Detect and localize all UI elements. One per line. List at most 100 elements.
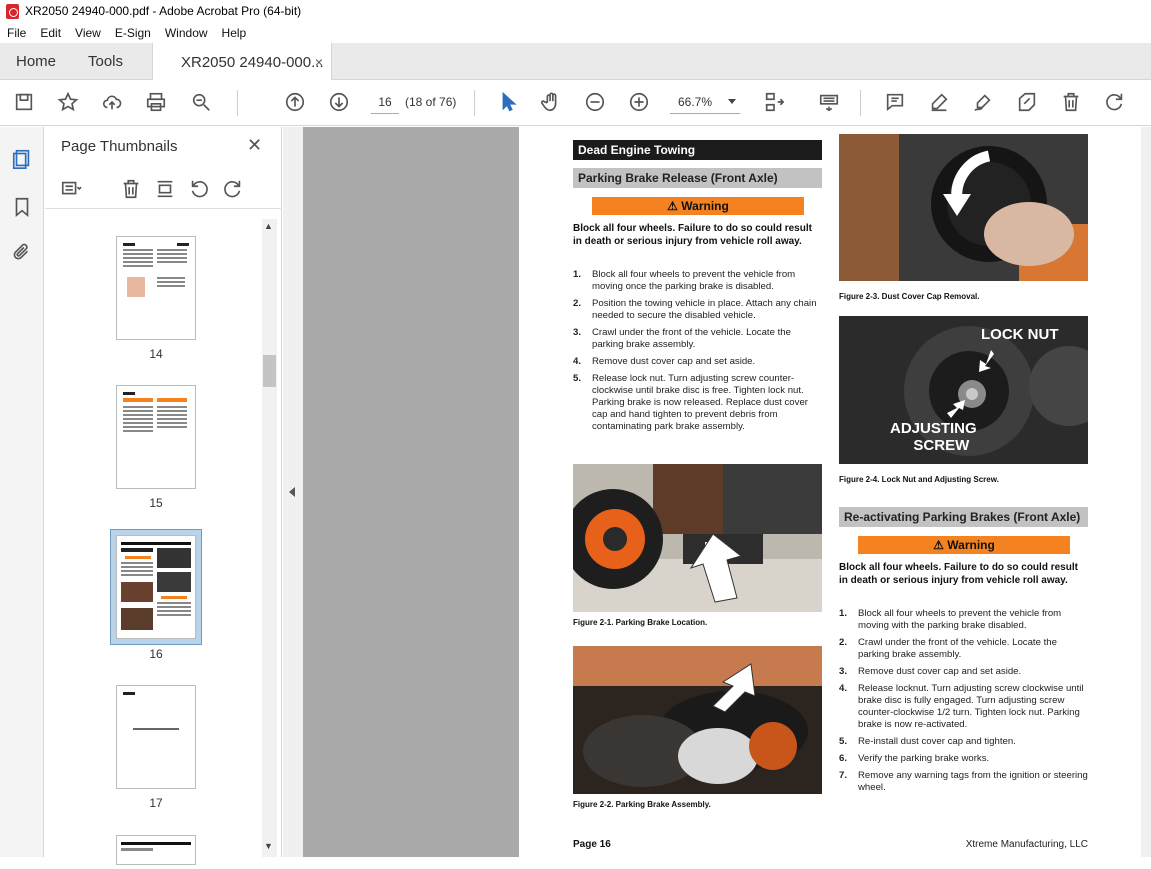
list-item: 1. Block all four wheels to prevent the v… bbox=[573, 269, 823, 293]
pdf-page: Dead Engine Towing Parking Brake Release… bbox=[519, 127, 1141, 857]
edit-tag-icon[interactable] bbox=[1015, 90, 1039, 114]
title-bar: XR2050 24940-000.pdf - Adobe Acrobat Pro… bbox=[0, 0, 1151, 22]
next-page-icon[interactable] bbox=[327, 90, 351, 114]
step-number: 2. bbox=[839, 637, 848, 648]
page-thumbnail[interactable] bbox=[116, 835, 196, 865]
zoom-select[interactable]: 66.7% bbox=[670, 90, 740, 114]
step-text: Release locknut. Turn adjusting screw cl… bbox=[858, 683, 1084, 730]
document-viewer[interactable]: Dead Engine Towing Parking Brake Release… bbox=[303, 127, 1151, 857]
list-item: 5. Release lock nut. Turn adjusting screw… bbox=[573, 373, 823, 433]
list-item: 5. Re-install dust cover cap and tighten. bbox=[839, 736, 1089, 748]
previous-page-icon[interactable] bbox=[283, 90, 307, 114]
keyboard-icon[interactable] bbox=[817, 90, 841, 114]
comment-icon[interactable] bbox=[883, 90, 907, 114]
page-thumbnail[interactable] bbox=[116, 535, 196, 639]
print-icon[interactable] bbox=[144, 90, 168, 114]
step-number: 1. bbox=[839, 608, 848, 619]
thumbnail-scrollbar[interactable] bbox=[262, 219, 277, 857]
page-thumbnail[interactable] bbox=[116, 685, 196, 789]
list-item: 1. Block all four wheels to prevent the v… bbox=[839, 608, 1089, 632]
toolbar-divider bbox=[860, 90, 861, 116]
step-number: 4. bbox=[839, 683, 848, 694]
lock-nut-adjusting-screw-photo: LOCK NUT ADJUSTING SCREW bbox=[839, 316, 1088, 464]
toolbar-divider bbox=[474, 90, 475, 116]
pdf-app-icon bbox=[6, 3, 19, 19]
thumbnail-scrollbar-thumb[interactable] bbox=[263, 355, 276, 387]
menu-esign[interactable]: E-Sign bbox=[108, 26, 158, 40]
redo-rotate-icon[interactable] bbox=[1103, 90, 1127, 114]
figure-caption: Figure 2-2. Parking Brake Assembly. bbox=[573, 800, 711, 809]
tab-document[interactable]: XR2050 24940-000... × bbox=[152, 43, 332, 81]
scroll-up-arrow-icon[interactable]: ▲ bbox=[264, 221, 273, 231]
step-number: 6. bbox=[839, 753, 848, 764]
zoom-search-icon[interactable] bbox=[189, 90, 213, 114]
section-title: Dead Engine Towing bbox=[573, 140, 822, 160]
zoom-out-icon[interactable] bbox=[583, 90, 607, 114]
page-thumbnail[interactable] bbox=[116, 236, 196, 340]
thumbnail-label: 17 bbox=[149, 796, 163, 810]
thumbnail-label: 14 bbox=[149, 347, 163, 361]
main-toolbar bbox=[0, 80, 1151, 126]
draw-sign-icon[interactable] bbox=[971, 90, 995, 114]
step-text: Crawl under the front of the vehicle. Lo… bbox=[858, 637, 1057, 660]
delete-page-icon[interactable] bbox=[119, 177, 143, 201]
tab-home[interactable]: Home bbox=[16, 43, 56, 80]
thumbnail-label: 15 bbox=[149, 496, 163, 510]
adjusting-screw-label-line2: SCREW bbox=[913, 437, 970, 454]
figure-caption: Figure 2-1. Parking Brake Location. bbox=[573, 618, 708, 627]
close-panel-icon[interactable]: ✕ bbox=[247, 135, 262, 156]
collapse-panel-arrow-icon[interactable] bbox=[289, 487, 295, 497]
step-text: Remove any warning tags from the ignitio… bbox=[858, 770, 1088, 793]
zoom-in-icon[interactable] bbox=[627, 90, 651, 114]
dust-cover-removal-photo bbox=[839, 134, 1088, 281]
warning-banner: ⚠ Warning bbox=[592, 197, 804, 215]
page-footer-company: Xtreme Manufacturing, LLC bbox=[965, 839, 1088, 850]
zoom-value: 66.7% bbox=[678, 94, 713, 109]
list-item: 4. Release locknut. Turn adjusting screw … bbox=[839, 683, 1089, 731]
figure-caption: Figure 2-3. Dust Cover Cap Removal. bbox=[839, 292, 980, 301]
list-item: 7. Remove any warning tags from the ignit… bbox=[839, 770, 1089, 794]
list-item: 6. Verify the parking brake works. bbox=[839, 753, 1089, 765]
menu-window[interactable]: Window bbox=[158, 26, 215, 40]
rotate-left-icon[interactable] bbox=[187, 177, 211, 201]
bookmarks-icon[interactable] bbox=[10, 195, 34, 219]
warning-text: Block all four wheels. Failure to do so … bbox=[573, 223, 812, 247]
page-thumbnails-icon[interactable] bbox=[10, 147, 34, 171]
step-number: 1. bbox=[573, 269, 582, 280]
menu-view[interactable]: View bbox=[68, 26, 108, 40]
step-text: Remove dust cover cap and set aside. bbox=[858, 666, 1022, 677]
step-text: Release lock nut. Turn adjusting screw c… bbox=[592, 373, 808, 432]
tab-tools[interactable]: Tools bbox=[88, 43, 123, 80]
viewer-scrollbar[interactable] bbox=[1141, 127, 1151, 857]
list-item: 4. Remove dust cover cap and set aside. bbox=[573, 356, 823, 368]
scroll-down-arrow-icon[interactable]: ▼ bbox=[264, 841, 273, 851]
tab-bar: Home Tools XR2050 24940-000... × bbox=[0, 43, 1151, 81]
highlight-pen-icon[interactable] bbox=[927, 90, 951, 114]
warning-text: Block all four wheels. Failure to do so … bbox=[839, 562, 1078, 586]
left-navigation-rail bbox=[0, 127, 44, 857]
close-tab-icon[interactable]: × bbox=[315, 54, 323, 70]
upload-cloud-icon[interactable] bbox=[100, 90, 124, 114]
step-number: 3. bbox=[839, 666, 848, 677]
thumbnail-options-icon[interactable] bbox=[59, 177, 83, 201]
subsection-heading: Parking Brake Release (Front Axle) bbox=[573, 168, 822, 188]
extract-page-icon[interactable] bbox=[153, 177, 177, 201]
page-count-label: (18 of 76) bbox=[405, 95, 457, 109]
menu-file[interactable]: File bbox=[0, 26, 33, 40]
save-icon[interactable] bbox=[12, 90, 36, 114]
menu-bar: File Edit View E-Sign Window Help bbox=[0, 22, 1151, 43]
bookmark-star-icon[interactable] bbox=[56, 90, 80, 114]
select-cursor-icon[interactable] bbox=[496, 90, 520, 114]
page-number-input[interactable]: 16 bbox=[371, 90, 399, 114]
toolbar-divider bbox=[237, 90, 238, 116]
hand-tool-icon[interactable] bbox=[539, 90, 563, 114]
menu-help[interactable]: Help bbox=[215, 26, 254, 40]
rotate-right-icon[interactable] bbox=[221, 177, 245, 201]
page-fit-icon[interactable] bbox=[762, 90, 786, 114]
attachments-paperclip-icon[interactable] bbox=[10, 241, 34, 265]
list-item: 2. Crawl under the front of the vehicle. … bbox=[839, 637, 1089, 661]
reactivate-steps-list: 1. Block all four wheels to prevent the v… bbox=[839, 608, 1089, 799]
page-thumbnail[interactable] bbox=[116, 385, 196, 489]
menu-edit[interactable]: Edit bbox=[33, 26, 68, 40]
delete-trash-icon[interactable] bbox=[1059, 90, 1083, 114]
